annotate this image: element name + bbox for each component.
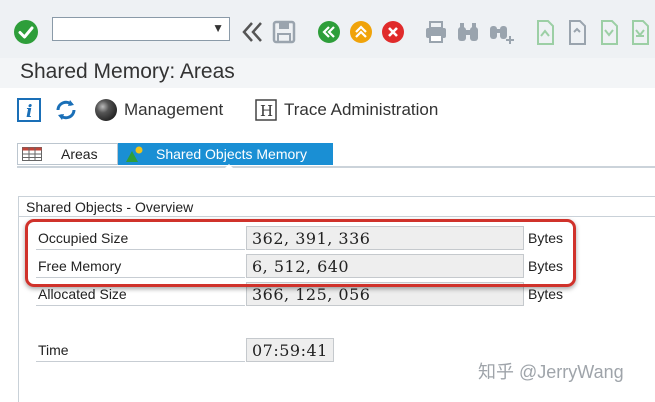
previous-page-icon [569, 20, 586, 45]
find-button[interactable] [455, 18, 481, 46]
watermark: 知乎 @JerryWang [478, 362, 624, 382]
overview-title: Shared Objects - Overview [26, 199, 194, 215]
print-button[interactable] [423, 18, 449, 46]
save-icon [272, 20, 296, 44]
first-page-icon [537, 20, 554, 45]
back-button[interactable] [317, 20, 341, 44]
chevron-down-icon[interactable]: ▼ [212, 21, 224, 35]
management-button[interactable]: Management [94, 97, 223, 123]
trace-administration-label: Trace Administration [284, 100, 439, 119]
cancel-icon [382, 21, 404, 43]
table-icon [22, 147, 42, 161]
first-page-button[interactable] [532, 18, 558, 46]
binoculars-icon [458, 23, 478, 41]
time-label: Time [36, 338, 245, 362]
exit-icon [350, 21, 372, 43]
tab-shared-objects-memory[interactable]: Shared Objects Memory [118, 143, 333, 165]
last-page-button[interactable] [627, 18, 653, 46]
exit-button[interactable] [349, 20, 373, 44]
next-page-button[interactable] [596, 18, 622, 46]
tab-areas-label: Areas [61, 146, 98, 162]
binoculars-plus-icon [490, 26, 514, 44]
sphere-icon [95, 99, 117, 121]
find-next-button[interactable] [487, 18, 515, 46]
double-chevron-left-icon [242, 22, 262, 42]
page-title: Shared Memory: Areas [20, 60, 235, 83]
tab-shared-objects-memory-label: Shared Objects Memory [156, 146, 307, 162]
collapse-command-button[interactable] [238, 18, 266, 46]
annotation-highlight [25, 219, 576, 287]
trace-administration-button[interactable]: H Trace Administration [255, 97, 438, 123]
info-button[interactable]: i [17, 97, 41, 123]
cancel-button[interactable] [381, 20, 405, 44]
command-field[interactable]: ▼ [52, 17, 230, 41]
refresh-button[interactable] [53, 97, 79, 123]
previous-page-button[interactable] [564, 18, 590, 46]
checkmark-icon [14, 20, 38, 44]
enter-button[interactable] [13, 19, 39, 45]
overview-title-divider [18, 216, 655, 217]
refresh-icon [56, 100, 76, 120]
svg-text:H: H [260, 102, 273, 120]
last-page-icon [632, 20, 649, 45]
tab-strip-divider [17, 166, 655, 168]
trace-h-icon: H [255, 99, 277, 121]
active-tab-indicator [223, 164, 235, 170]
back-icon [318, 21, 340, 43]
time-field[interactable]: 07:59:41 [246, 338, 334, 362]
info-icon: i [17, 98, 41, 122]
tab-areas[interactable]: Areas [17, 143, 118, 165]
next-page-icon [601, 20, 618, 45]
shapes-icon [126, 146, 143, 162]
printer-icon [426, 21, 446, 43]
management-label: Management [124, 100, 224, 119]
save-button[interactable] [270, 18, 298, 46]
svg-text:i: i [26, 102, 32, 122]
